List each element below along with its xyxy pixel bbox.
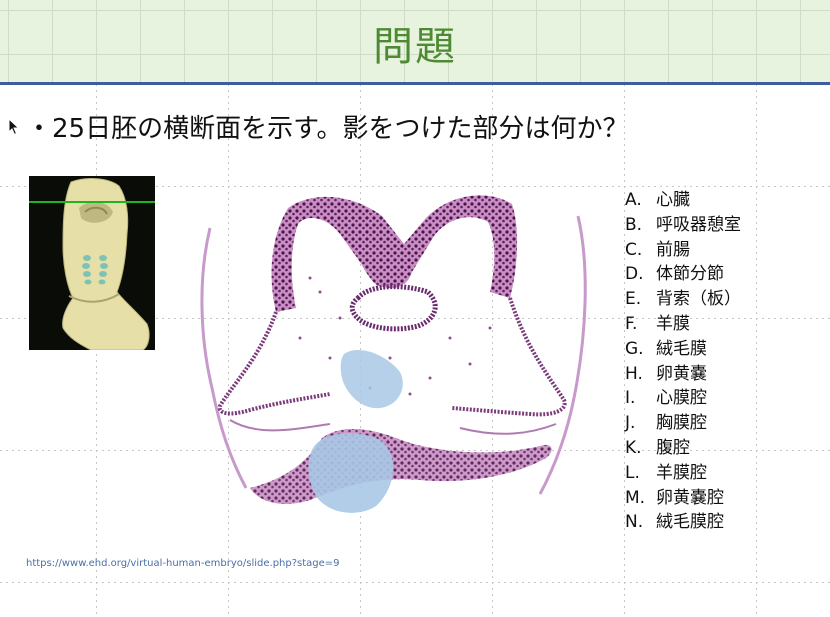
- question-text: ・25日胚の横断面を示す。影をつけた部分は何か？: [26, 114, 629, 144]
- option-e: E. 背索（板）: [625, 289, 741, 310]
- option-l: L. 羊膜腔: [625, 462, 707, 483]
- slide-header: 問題: [0, 0, 830, 82]
- answer-options-list: A. 心臓 B. 呼吸器憩室 C. 前腸 D. 体節分節 E. 背索（板） F. 羊膜 G.…: [625, 188, 741, 535]
- slide: 問題 ・25日胚の横断面を示す。影をつけた部分は何か？ A. 心臓 B. 呼吸器…: [0, 0, 830, 617]
- option-f: F. 羊膜: [625, 313, 690, 334]
- option-c: C. 前腸: [625, 239, 690, 260]
- option-a: A. 心臓: [625, 190, 690, 210]
- option-j: J. 胸膜腔: [625, 413, 707, 434]
- option-h: H. 卵黄嚢: [625, 363, 707, 384]
- option-k: K. 腹腔: [625, 437, 690, 458]
- slide-title: 問題: [373, 24, 457, 70]
- histology-section-image: [200, 195, 587, 513]
- header-divider: [0, 82, 830, 85]
- option-i: I. 心膜腔: [625, 388, 707, 409]
- option-b: B. 呼吸器憩室: [625, 214, 741, 235]
- option-m: M. 卵黄嚢腔: [625, 487, 724, 508]
- embryo-3d-image: [29, 176, 155, 350]
- mouse-pointer-icon: [8, 118, 20, 136]
- option-n: N. 絨毛膜腔: [625, 512, 724, 533]
- option-g: G. 絨毛膜: [625, 338, 707, 359]
- source-link[interactable]: https://www.ehd.org/virtual-human-embryo…: [26, 558, 340, 569]
- option-d: D. 体節分節: [625, 264, 724, 285]
